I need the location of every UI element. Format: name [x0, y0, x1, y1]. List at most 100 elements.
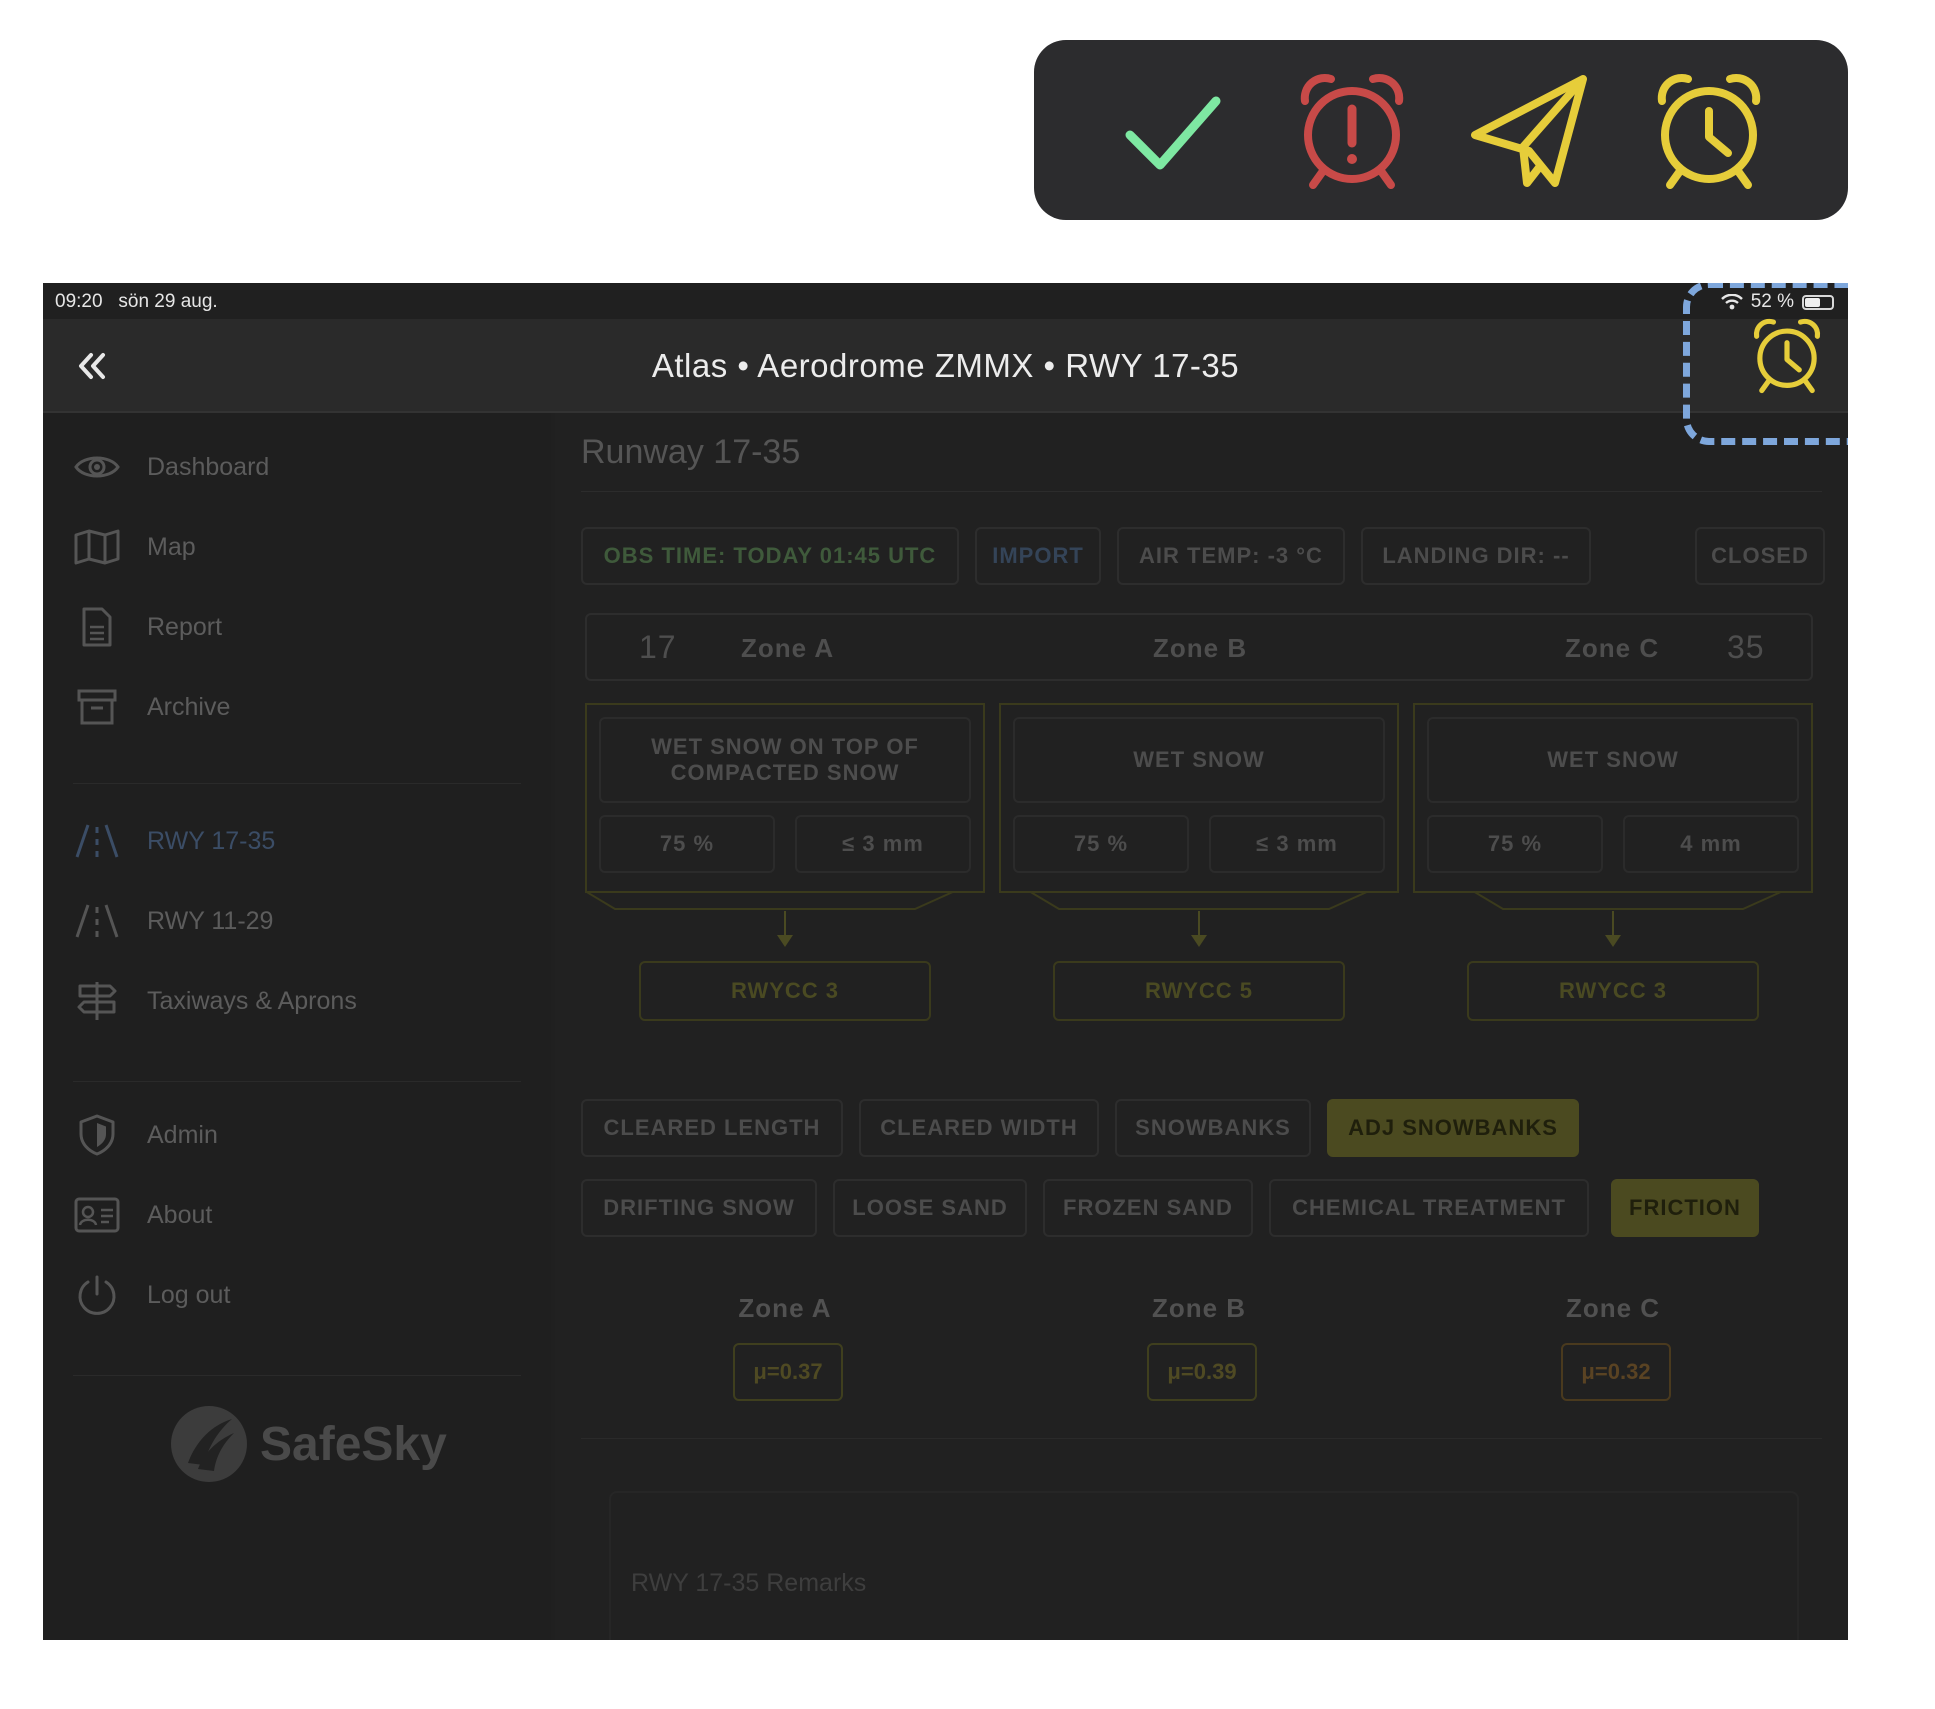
rwycc-arrow: [1028, 891, 1370, 947]
divider: [581, 1438, 1822, 1439]
runway-heading: Runway 17-35: [581, 433, 801, 471]
sidebar: Dashboard Map Report Archive RWY 17-35 R…: [43, 413, 551, 1640]
sidebar-item-label: Archive: [147, 692, 231, 721]
drifting-snow-toggle[interactable]: DRIFTING SNOW: [581, 1179, 817, 1237]
cleared-width-toggle[interactable]: CLEARED WIDTH: [859, 1099, 1099, 1157]
contaminant-type[interactable]: WET SNOW ON TOP OF COMPACTED SNOW: [599, 717, 971, 803]
divider: [73, 1375, 521, 1376]
archive-icon: [73, 683, 121, 731]
contaminant-type[interactable]: WET SNOW: [1013, 717, 1385, 803]
sidebar-item-admin[interactable]: Admin: [73, 1105, 218, 1165]
main-panel: Runway 17-35 OBS TIME: TODAY 01:45 UTC I…: [555, 413, 1848, 1640]
divider: [73, 783, 521, 784]
date-text: sön 29 aug.: [118, 291, 218, 312]
depth-value[interactable]: 4 mm: [1623, 815, 1799, 873]
zone-b-condition[interactable]: WET SNOW 75 % ≤ 3 mm: [999, 703, 1399, 893]
loose-sand-toggle[interactable]: LOOSE SAND: [833, 1179, 1027, 1237]
closed-button[interactable]: CLOSED: [1695, 527, 1825, 585]
cleared-length-toggle[interactable]: CLEARED LENGTH: [581, 1099, 843, 1157]
obs-time-button[interactable]: OBS TIME: TODAY 01:45 UTC: [581, 527, 959, 585]
highlight-frame: [1683, 283, 1848, 445]
map-icon: [73, 523, 121, 571]
zone-c-label: Zone C: [1565, 633, 1660, 663]
sidebar-item-rwy-11-29[interactable]: RWY 11-29: [73, 891, 273, 951]
time-text: 09:20: [55, 291, 103, 312]
runway-end-start: 17: [639, 629, 677, 665]
depth-value[interactable]: ≤ 3 mm: [795, 815, 971, 873]
coverage-value[interactable]: 75 %: [1013, 815, 1189, 873]
sidebar-item-label: Admin: [147, 1120, 218, 1149]
frozen-sand-toggle[interactable]: FROZEN SAND: [1043, 1179, 1253, 1237]
friction-zone-b-label: Zone B: [1151, 1293, 1247, 1323]
sidebar-item-dashboard[interactable]: Dashboard: [73, 437, 269, 497]
rwycc-arrow: [1472, 891, 1784, 947]
sidebar-item-about[interactable]: About: [73, 1185, 212, 1245]
sidebar-item-taxiways[interactable]: Taxiways & Aprons: [73, 971, 357, 1031]
friction-zone-c-label: Zone C: [1565, 1293, 1661, 1323]
runway-icon: [73, 817, 121, 865]
sidebar-item-archive[interactable]: Archive: [73, 677, 230, 737]
status-bar: 09:20 sön 29 aug. 52 %: [43, 283, 1848, 319]
sidebar-item-label: About: [147, 1200, 213, 1229]
landing-dir-button[interactable]: LANDING DIR: --: [1361, 527, 1591, 585]
contaminant-type[interactable]: WET SNOW: [1427, 717, 1799, 803]
status-legend-panel: [1034, 40, 1848, 220]
power-icon: [73, 1271, 121, 1319]
sidebar-item-label: RWY 17-35: [147, 826, 276, 855]
shield-icon: [73, 1111, 121, 1159]
sidebar-item-label: Map: [147, 532, 196, 561]
sidebar-item-report[interactable]: Report: [73, 597, 222, 657]
sidebar-item-label: Taxiways & Aprons: [147, 986, 357, 1015]
sidebar-item-label: Report: [147, 612, 223, 641]
document-icon: [73, 603, 121, 651]
alarm-alert-icon: [1300, 74, 1403, 189]
rwycc-b: RWYCC 5: [1053, 961, 1345, 1021]
zone-a-condition[interactable]: WET SNOW ON TOP OF COMPACTED SNOW 75 % ≤…: [585, 703, 985, 893]
rwycc-arrow: [585, 891, 956, 947]
sidebar-item-rwy-17-35[interactable]: RWY 17-35: [73, 811, 275, 871]
safesky-logo-icon: [171, 1406, 247, 1482]
sidebar-item-label: Dashboard: [147, 452, 270, 481]
air-temp-button[interactable]: AIR TEMP: -3 °C: [1117, 527, 1345, 585]
friction-zone-b-value[interactable]: μ=0.39: [1147, 1343, 1257, 1401]
adj-snowbanks-toggle[interactable]: ADJ SNOWBANKS: [1327, 1099, 1579, 1157]
sidebar-item-label: RWY 11-29: [147, 906, 274, 935]
rwycc-c: RWYCC 3: [1467, 961, 1759, 1021]
app-screen: 09:20 sön 29 aug. 52 % Atlas • Aerodrome…: [43, 283, 1848, 1640]
divider: [581, 491, 1822, 492]
zone-header: 17 Zone A Zone B Zone C 35: [585, 613, 1813, 681]
friction-zone-a-label: Zone A: [738, 1293, 832, 1323]
alarm-clock-icon: [1657, 74, 1760, 189]
friction-zone-c-value[interactable]: μ=0.32: [1561, 1343, 1671, 1401]
rwycc-a: RWYCC 3: [639, 961, 931, 1021]
chemical-treatment-toggle[interactable]: CHEMICAL TREATMENT: [1269, 1179, 1589, 1237]
sidebar-item-map[interactable]: Map: [73, 517, 196, 577]
page-title: Atlas • Aerodrome ZMMX • RWY 17-35: [651, 347, 1240, 384]
zone-b-label: Zone B: [1153, 633, 1248, 663]
coverage-value[interactable]: 75 %: [1427, 815, 1603, 873]
divider: [73, 1081, 521, 1082]
top-bar: Atlas • Aerodrome ZMMX • RWY 17-35: [43, 319, 1848, 413]
zone-a-label: Zone A: [741, 633, 835, 663]
safesky-logo: SafeSky: [168, 1403, 447, 1485]
friction-zone-a-value[interactable]: μ=0.37: [733, 1343, 843, 1401]
friction-toggle[interactable]: FRICTION: [1611, 1179, 1759, 1237]
eye-icon: [73, 443, 121, 491]
send-icon: [1471, 75, 1588, 187]
sidebar-item-logout[interactable]: Log out: [73, 1265, 230, 1325]
snowbanks-toggle[interactable]: SNOWBANKS: [1115, 1099, 1311, 1157]
sidebar-item-label: Log out: [147, 1280, 231, 1309]
runway-icon: [73, 897, 121, 945]
logo-text: SafeSky: [260, 1417, 447, 1471]
coverage-value[interactable]: 75 %: [599, 815, 775, 873]
signpost-icon: [73, 977, 121, 1025]
import-button[interactable]: IMPORT: [975, 527, 1101, 585]
id-card-icon: [73, 1191, 121, 1239]
remarks-textarea[interactable]: RWY 17-35 Remarks: [609, 1491, 1799, 1640]
check-icon: [1125, 96, 1221, 170]
runway-end-end: 35: [1727, 629, 1765, 665]
status-time: 09:20 sön 29 aug.: [55, 291, 218, 313]
remarks-placeholder: RWY 17-35 Remarks: [631, 1569, 867, 1597]
zone-c-condition[interactable]: WET SNOW 75 % 4 mm: [1413, 703, 1813, 893]
depth-value[interactable]: ≤ 3 mm: [1209, 815, 1385, 873]
